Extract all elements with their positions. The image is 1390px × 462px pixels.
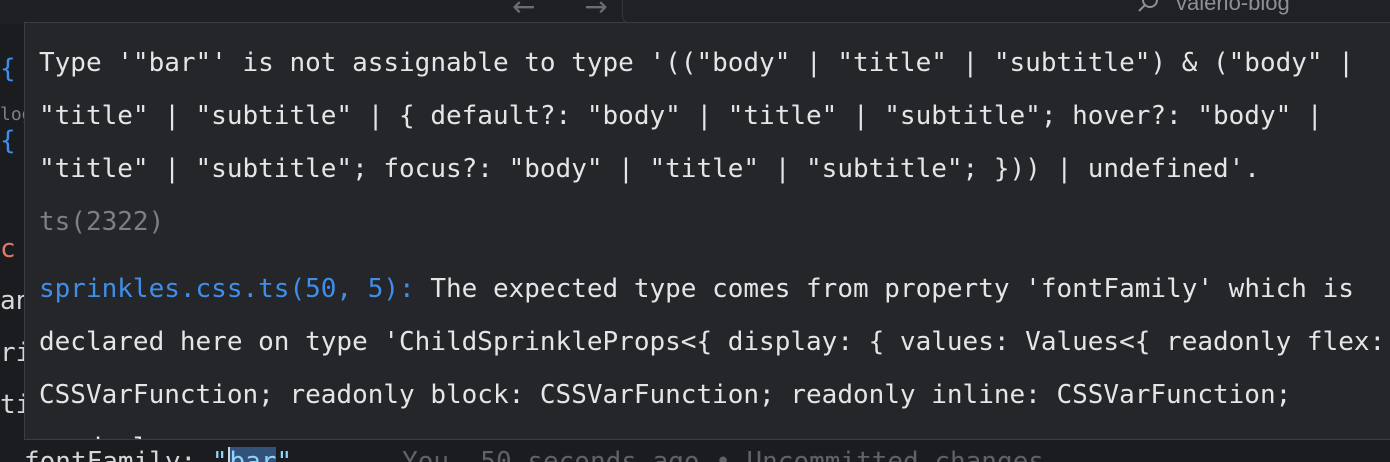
error-code: ts(2322) [39,207,165,237]
diagnostic-message: Type '"bar"' is not assignable to type '… [39,37,1389,249]
navigation-arrows[interactable]: ← → [512,0,628,23]
related-location-link[interactable]: sprinkles.css.ts(50, 5): [39,274,415,304]
search-icon [1138,0,1158,12]
selected-string-value[interactable]: bar [227,447,277,462]
string-quote: " [211,447,228,462]
code-fragment: { [0,126,16,156]
code-fragment: { [0,54,16,84]
git-blame-annotation: You, 50 seconds ago • Uncommitted change… [402,447,1044,462]
related-information: sprinkles.css.ts(50, 5): The expected ty… [39,263,1389,439]
error-hover-tooltip[interactable]: Type '"bar"' is not assignable to type '… [24,22,1390,440]
code-fragment: an [0,286,24,316]
property-name: fontFamily: [24,447,212,462]
code-fragment: ri [0,338,24,368]
hover-content: Type '"bar"' is not assignable to type '… [39,37,1389,439]
workspace-name: valerio-blog [1176,0,1290,15]
string-quote: " [276,447,293,462]
code-line[interactable]: fontFamily: "bar" You, 50 seconds ago • U… [24,440,1390,462]
code-fragment: log [0,104,24,125]
code-fragment: ti [0,390,24,420]
title-bar: ← → valerio-blog [0,0,1390,24]
code-fragment: c [0,234,16,264]
error-message-text: Type '"bar"' is not assignable to type '… [39,48,1370,184]
